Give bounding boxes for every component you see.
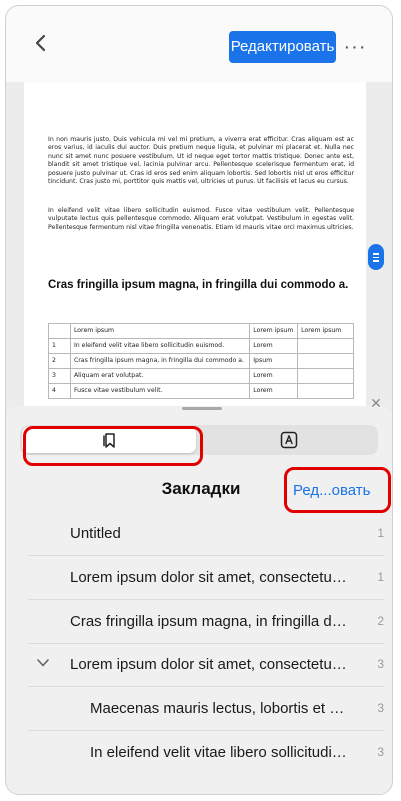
table-header-cell: Lorem ipsum [297,323,354,339]
table-cell: Lorem [249,383,299,399]
table-cell: Fusce vitae vestibulum velit. [69,383,251,399]
document-viewer[interactable]: In non mauris justo. Duis vehicula mi ve… [6,82,392,422]
bookmark-title: In eleifend velit vitae libero sollicitu… [90,744,352,761]
bookmark-row[interactable]: In eleifend velit vitae libero sollicitu… [28,731,384,774]
back-chevron-icon[interactable] [30,32,52,54]
document-page: In non mauris justo. Duis vehicula mi ve… [24,82,366,422]
tab-annotations[interactable] [202,427,376,453]
expand-chevron-icon[interactable] [36,658,50,668]
app-frame: Редактировать ··· In non mauris justo. D… [5,5,393,795]
scroll-handle-line [373,253,379,255]
scroll-handle-line [373,256,379,258]
edit-document-button[interactable]: Редактировать [229,31,336,63]
bookmark-title: Lorem ipsum dolor sit amet, consectetur … [70,656,350,673]
bookmark-page-number: 2 [377,614,384,628]
table-row: 4 Fusce vitae vestibulum velit. Lorem [48,383,354,399]
table-cell: Cras fringilla ipsum magna, in fringilla… [69,353,251,369]
document-heading: Cras fringilla ipsum magna, in fringilla… [48,279,349,291]
bookmark-title: Untitled [70,525,121,542]
table-cell: 4 [48,383,71,399]
bookmark-page-number: 3 [377,701,384,715]
table-cell: Lorem [249,338,299,354]
more-options-icon[interactable]: ··· [342,36,368,58]
close-icon[interactable]: ✕ [367,394,385,412]
table-cell: Ipsum [249,353,299,369]
document-paragraph: In eleifend velit vitae libero sollicitu… [48,207,354,231]
table-row: 2 Cras fringilla ipsum magna, in fringil… [48,353,354,369]
scroll-handle[interactable] [368,244,384,270]
bookmark-row[interactable]: Maecenas mauris lectus, lobortis et puru… [28,687,384,731]
document-table: Lorem ipsum Lorem ipsum Lorem ipsum 1 In… [48,323,354,399]
table-cell: Aliquam erat volutpat. [69,368,251,384]
table-cell: In eleifend velit vitae libero sollicitu… [69,338,251,354]
annotations-icon [280,431,298,449]
highlight-annotation-edit-button [284,467,391,513]
table-header-row: Lorem ipsum Lorem ipsum Lorem ipsum [48,323,354,339]
highlight-annotation-bookmarks-tab [23,426,203,466]
table-header-cell [48,323,71,339]
bookmark-page-number: 1 [377,526,384,540]
table-cell: 3 [48,368,71,384]
bookmark-row[interactable]: Lorem ipsum dolor sit amet, consectetur … [28,643,384,687]
document-paragraph: In non mauris justo. Duis vehicula mi ve… [48,136,354,186]
bookmark-title: Maecenas mauris lectus, lobortis et puru… [90,700,352,717]
table-cell: Lorem [249,368,299,384]
sheet-grabber[interactable] [182,407,222,410]
table-row: 1 In eleifend velit vitae libero sollici… [48,338,354,354]
table-cell [297,338,354,354]
bookmark-row[interactable]: Lorem ipsum dolor sit amet, consectetur … [28,556,384,600]
bookmark-title: Cras fringilla ipsum magna, in fringilla… [70,613,350,630]
table-header-cell: Lorem ipsum [69,323,251,339]
bookmark-row[interactable]: Untitled 1 [28,512,384,556]
table-cell [297,368,354,384]
bookmark-title: Lorem ipsum dolor sit amet, consectetur … [70,569,350,586]
scroll-handle-line [373,260,379,262]
table-cell [297,383,354,399]
bookmark-page-number: 3 [377,657,384,671]
bookmark-page-number: 1 [377,570,384,584]
table-cell: 2 [48,353,71,369]
sheet-title: Закладки [161,479,241,498]
table-cell: 1 [48,338,71,354]
bookmark-row[interactable]: Cras fringilla ipsum magna, in fringilla… [28,600,384,644]
table-row: 3 Aliquam erat volutpat. Lorem [48,368,354,384]
bookmark-page-number: 3 [377,745,384,759]
table-header-cell: Lorem ipsum [249,323,299,339]
top-navigation-bar: Редактировать ··· [6,6,392,82]
table-cell [297,353,354,369]
